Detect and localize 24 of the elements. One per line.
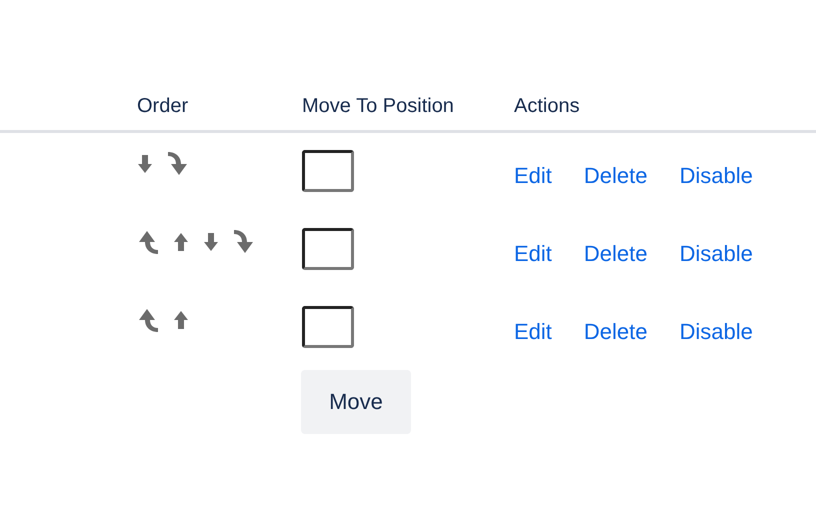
curved-up-arrow-icon[interactable]	[137, 307, 159, 333]
action-link[interactable]: Edit	[514, 163, 552, 189]
curved-down-arrow-icon[interactable]	[233, 229, 255, 255]
position-input[interactable]	[302, 150, 354, 192]
down-arrow-icon[interactable]	[203, 232, 219, 252]
action-link[interactable]: Delete	[584, 319, 648, 345]
column-header: Order	[137, 94, 190, 118]
action-link[interactable]: Disable	[680, 163, 753, 189]
curved-down-arrow-icon[interactable]	[167, 151, 189, 177]
move-button[interactable]: Move	[301, 370, 411, 434]
action-link[interactable]: Edit	[514, 241, 552, 267]
action-link[interactable]: Disable	[680, 241, 753, 267]
up-arrow-icon[interactable]	[173, 310, 189, 330]
action-link[interactable]: Disable	[680, 319, 753, 345]
position-input[interactable]	[302, 306, 354, 348]
down-arrow-icon[interactable]	[137, 154, 153, 174]
column-header: Move To Position	[302, 94, 455, 118]
column-header: Actions	[514, 94, 580, 118]
action-link[interactable]: Delete	[584, 241, 648, 267]
position-input[interactable]	[302, 228, 354, 270]
curved-up-arrow-icon[interactable]	[137, 229, 159, 255]
action-link[interactable]: Edit	[514, 319, 552, 345]
up-arrow-icon[interactable]	[173, 232, 189, 252]
action-link[interactable]: Delete	[584, 163, 648, 189]
